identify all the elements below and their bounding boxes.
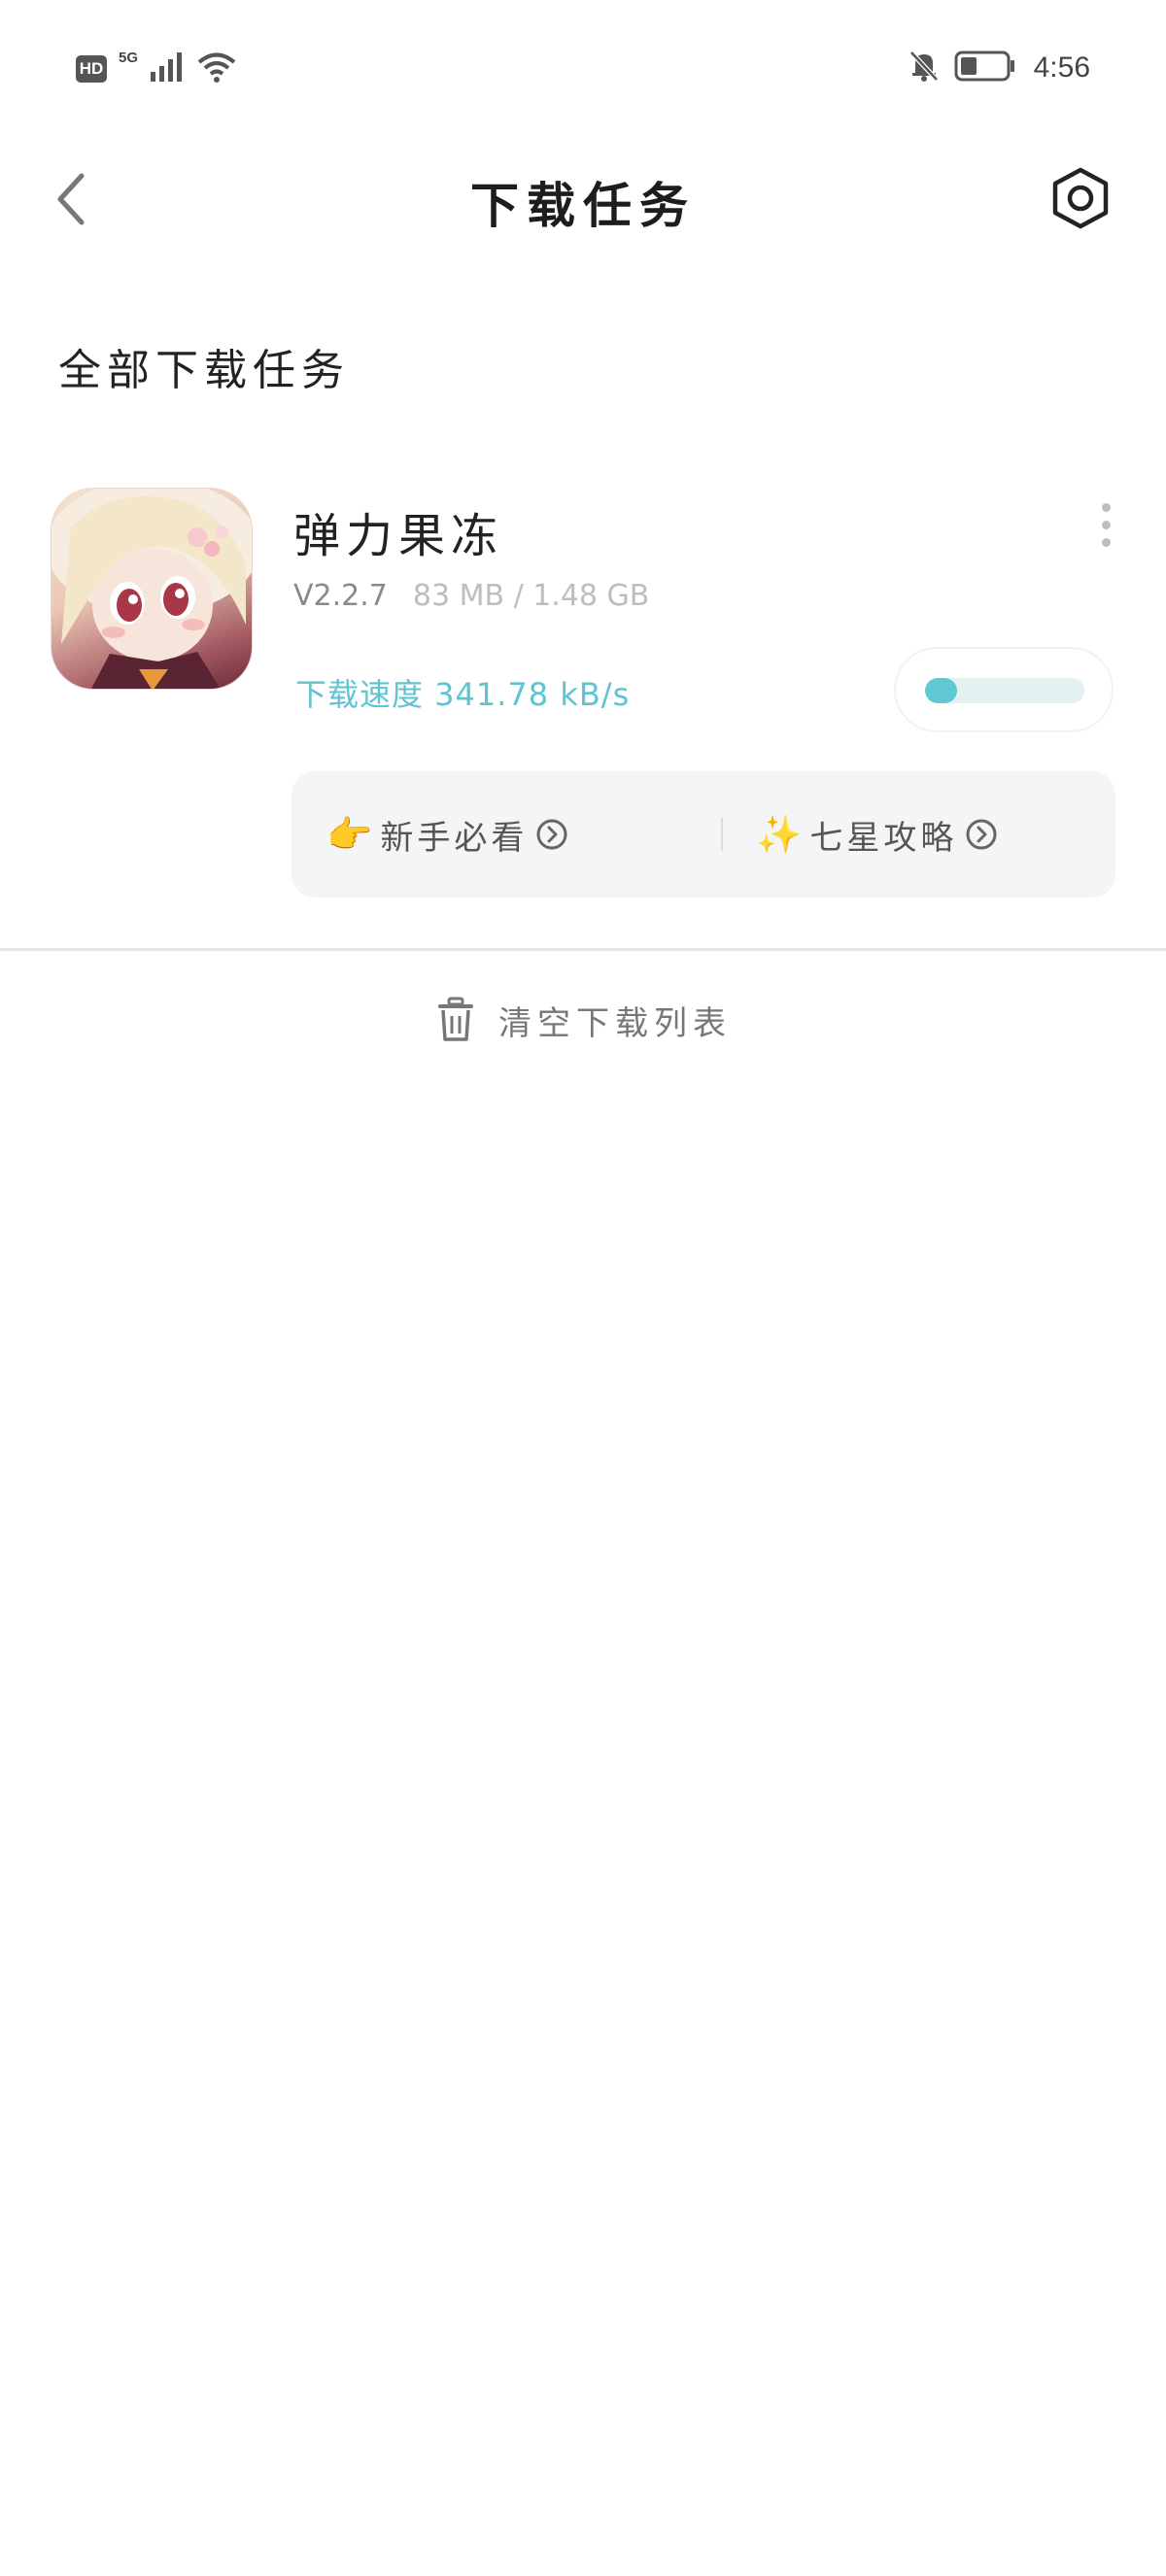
app-icon[interactable] [51,488,253,690]
arrow-circle-right-icon [536,819,567,850]
download-speed: 下载速度 341.78 kB/s [295,676,631,713]
more-options-button[interactable] [1084,497,1127,552]
status-right: 4:56 [908,49,1090,87]
progress-fill [925,678,957,703]
hd-badge: HD [76,55,107,83]
top-app-bar: 下载任务 [0,146,1166,253]
page-title: 下载任务 [470,178,696,234]
network-type-label: 5G [119,49,139,66]
settings-button[interactable] [1046,163,1115,233]
trash-icon [438,997,473,1041]
clock: 4:56 [1033,51,1090,84]
guide-links: 👉 新手必看 ✨ 七星攻略 [292,771,1115,898]
status-bar: HD 5G 4:56 [0,0,1166,146]
app-meta: V2.2.7 83 MB / 1.48 GB [293,579,649,613]
wifi-icon [196,51,237,87]
more-dot-icon [1101,520,1111,529]
guide-link-beginner[interactable]: 👉 新手必看 [326,771,568,898]
download-task-item[interactable]: 弹力果冻 V2.2.7 83 MB / 1.48 GB 下载速度 341.78 … [0,476,1166,952]
settings-hexagon-icon [1052,167,1109,229]
sparkles-icon: ✨ [756,812,803,856]
bell-off-icon [908,49,941,87]
clear-download-list-button[interactable]: 清空下载列表 [0,991,1166,1049]
app-version: V2.2.7 [293,579,388,613]
app-name: 弹力果冻 [293,509,504,563]
list-divider [0,948,1166,951]
pointing-hand-icon: 👉 [326,812,373,856]
signal-icon [150,51,185,87]
status-left: HD 5G [76,49,237,87]
more-dot-icon [1101,502,1111,512]
download-size: 83 MB / 1.48 GB [412,579,650,613]
battery-icon [954,51,1016,85]
more-dot-icon [1101,537,1111,547]
guide-divider [721,818,723,851]
clear-label: 清空下载列表 [498,1003,732,1043]
progress-track [925,678,1084,703]
guide-link-strategy[interactable]: ✨ 七星攻略 [756,771,998,898]
section-title: 全部下载任务 [58,346,350,395]
guide-label: 新手必看 [380,818,529,858]
guide-label: 七星攻略 [809,818,958,858]
download-progress-button[interactable] [894,647,1114,732]
arrow-circle-right-icon [966,819,997,850]
